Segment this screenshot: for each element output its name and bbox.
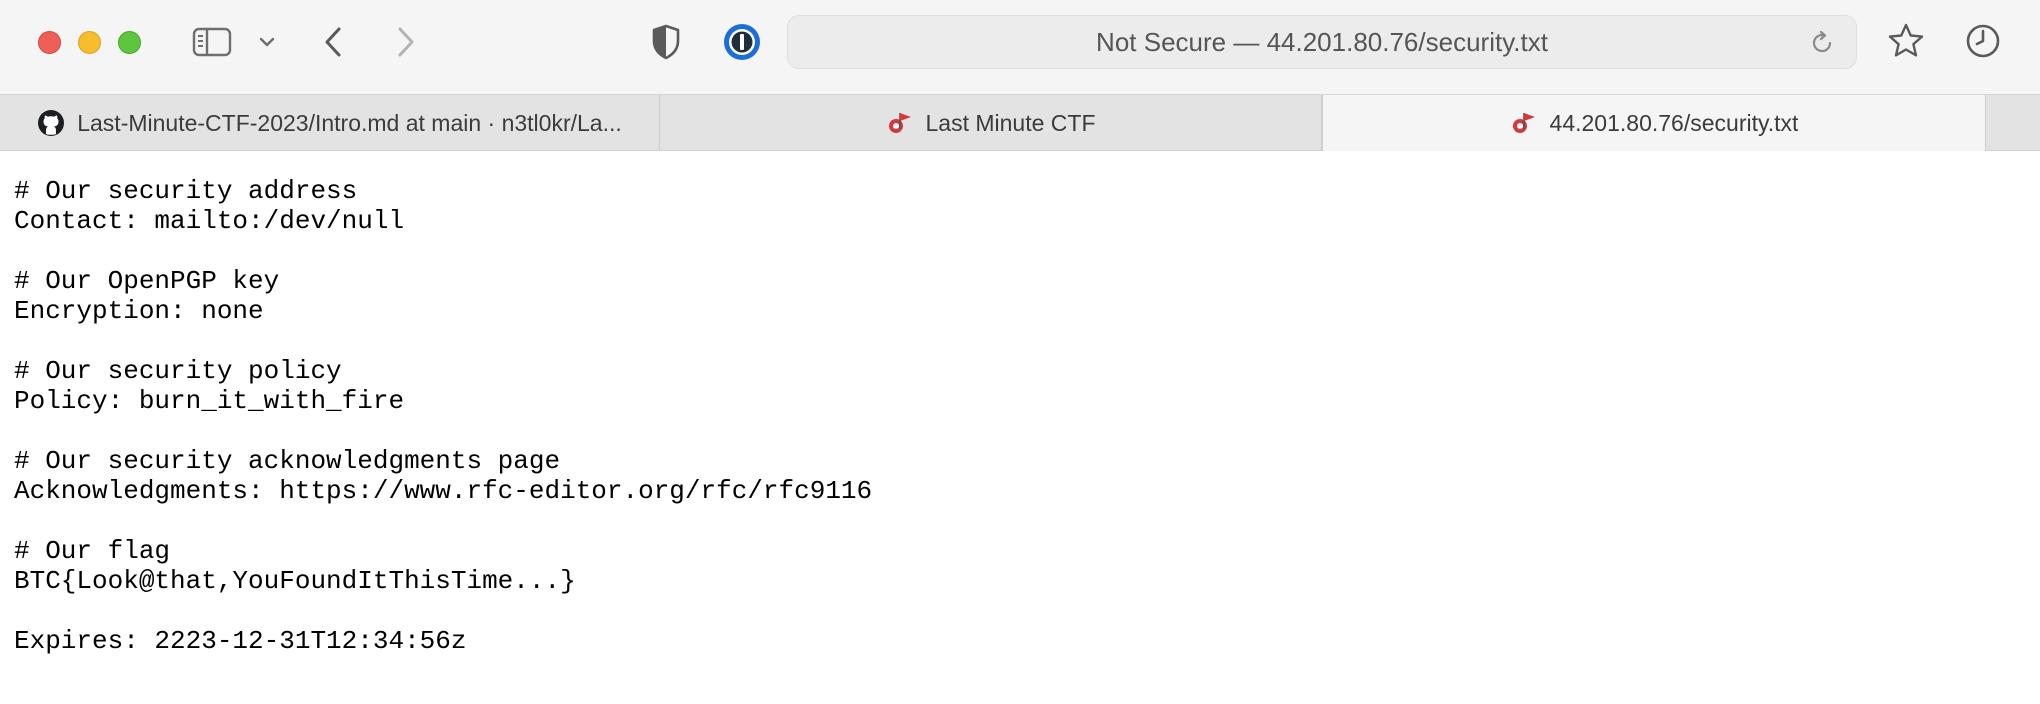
address-url: 44.201.80.76/security.txt xyxy=(1266,26,1548,57)
onepassword-icon[interactable] xyxy=(721,21,763,63)
doc-line: # Our security address xyxy=(14,176,358,206)
minimize-window-button[interactable] xyxy=(78,31,101,54)
doc-line: # Our security acknowledgments page xyxy=(14,446,561,476)
page-content: # Our security address Contact: mailto:/d… xyxy=(0,152,2040,704)
tab-label: Last Minute CTF xyxy=(925,109,1096,136)
doc-line: # Our flag xyxy=(14,536,171,566)
tab-security-txt[interactable]: 44.201.80.76/security.txt xyxy=(1322,95,1986,151)
forward-icon[interactable] xyxy=(391,22,421,62)
tab-last-minute-ctf[interactable]: Last Minute CTF xyxy=(660,95,1322,151)
flag-favicon-icon xyxy=(886,109,914,137)
doc-line: Acknowledgments: https://www.rfc-editor.… xyxy=(14,476,873,506)
doc-line xyxy=(14,596,872,626)
reload-icon[interactable] xyxy=(1808,29,1836,57)
doc-line xyxy=(14,416,872,446)
maximize-window-button[interactable] xyxy=(118,31,141,54)
browser-toolbar: Not Secure — 44.201.80.76/security.txt xyxy=(0,0,2040,94)
close-window-button[interactable] xyxy=(38,31,61,54)
shield-icon[interactable] xyxy=(648,22,684,62)
security-txt-document: # Our security address Contact: mailto:/d… xyxy=(14,176,872,656)
tab-label: 44.201.80.76/security.txt xyxy=(1549,109,1799,136)
tab-label: Last-Minute-CTF-2023/Intro.md at main · … xyxy=(77,109,622,136)
sidebar-icon[interactable] xyxy=(190,25,234,59)
doc-line: # Our OpenPGP key xyxy=(14,266,280,296)
doc-line xyxy=(14,506,872,536)
doc-line: # Our security policy xyxy=(14,356,342,386)
not-secure-label: Not Secure xyxy=(1096,26,1227,57)
star-icon[interactable] xyxy=(1884,19,1928,63)
doc-line: BTC{Look@that,YouFoundItThisTime...} xyxy=(14,566,576,596)
doc-line xyxy=(14,326,872,356)
chevron-down-icon[interactable] xyxy=(255,30,279,54)
doc-line: Policy: burn_it_with_fire xyxy=(14,386,405,416)
history-icon[interactable] xyxy=(1962,20,2004,62)
back-icon[interactable] xyxy=(318,22,348,62)
tab-bar: Last-Minute-CTF-2023/Intro.md at main · … xyxy=(0,94,2040,151)
tab-github-intro[interactable]: Last-Minute-CTF-2023/Intro.md at main · … xyxy=(0,95,660,151)
doc-line: Expires: 2223-12-31T12:34:56z xyxy=(14,626,467,656)
doc-line: Encryption: none xyxy=(14,296,264,326)
doc-line: Contact: mailto:/dev/null xyxy=(14,206,405,236)
flag-favicon-icon xyxy=(1510,109,1538,137)
address-bar[interactable]: Not Secure — 44.201.80.76/security.txt xyxy=(787,15,1857,69)
doc-line xyxy=(14,236,872,266)
address-separator: — xyxy=(1226,26,1267,57)
github-icon xyxy=(37,109,65,137)
